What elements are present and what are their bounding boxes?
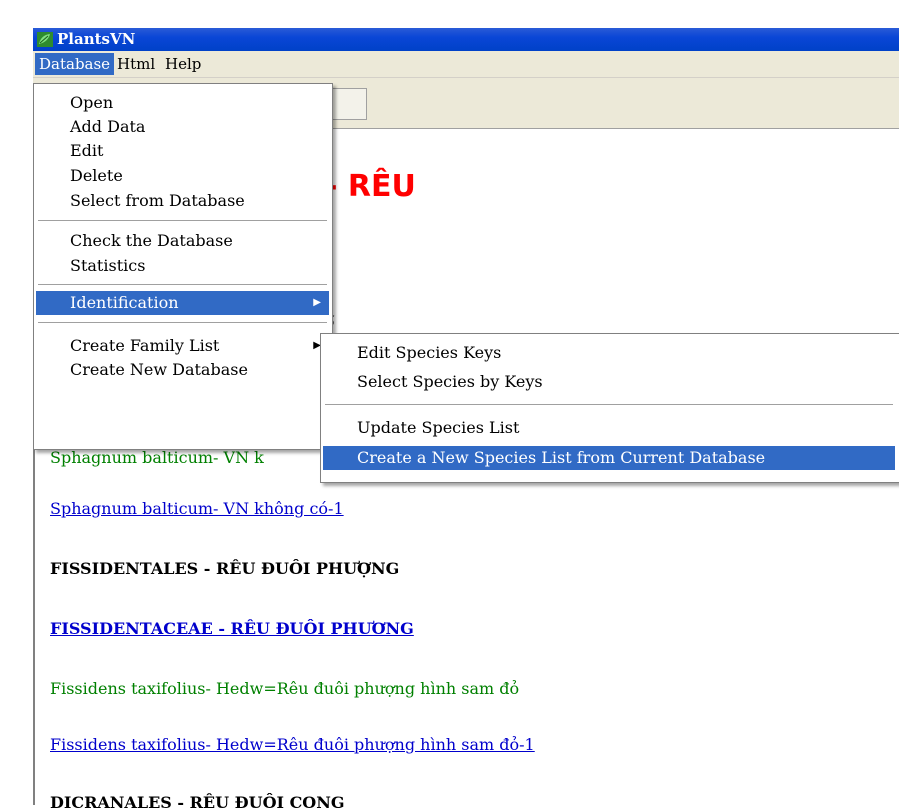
menu-item-identification-label: Identification: [70, 293, 179, 312]
menu-item-check-database[interactable]: Check the Database: [36, 229, 329, 253]
menu-separator: [38, 284, 327, 285]
menu-bar: Database Html Help: [33, 51, 899, 78]
window-title: PlantsVN: [57, 30, 136, 48]
menu-item-open[interactable]: Open: [36, 91, 329, 115]
identification-submenu: Edit Species Keys Select Species by Keys…: [320, 333, 899, 483]
menu-separator: [38, 322, 327, 323]
species-link[interactable]: Sphagnum balticum- VN không có-1: [50, 499, 344, 518]
title-bar: PlantsVN: [33, 28, 899, 51]
species-item: Fissidens taxifolius- Hedw=Rêu đuôi phượ…: [50, 679, 520, 698]
menu-separator: [38, 220, 327, 221]
menu-item-delete[interactable]: Delete: [36, 164, 329, 188]
app-leaf-icon: [37, 32, 53, 47]
family-link[interactable]: FISSIDENTACEAE - RÊU ĐUÔI PHƯƠNG: [50, 619, 414, 638]
menu-database[interactable]: Database: [35, 53, 115, 75]
submenu-item-update-species-list[interactable]: Update Species List: [323, 416, 895, 440]
order-heading: DICRANALES - RÊU ĐUÔI CONG: [50, 793, 345, 812]
page-title: - RÊU: [325, 169, 416, 204]
order-heading: FISSIDENTALES - RÊU ĐUÔI PHƯỢNG: [50, 559, 400, 578]
menu-item-create-new-database[interactable]: Create New Database: [36, 358, 329, 382]
species-link[interactable]: Fissidens taxifolius- Hedw=Rêu đuôi phượ…: [50, 735, 535, 754]
database-menu: Open Add Data Edit Delete Select from Da…: [33, 83, 333, 450]
submenu-item-select-species-by-keys[interactable]: Select Species by Keys: [323, 370, 895, 394]
menu-item-create-family-list[interactable]: Create Family List ▶: [36, 334, 329, 358]
menu-separator: [325, 404, 893, 405]
menu-item-identification[interactable]: Identification ▶: [36, 291, 329, 315]
submenu-arrow-icon: ▶: [313, 297, 321, 308]
menu-help[interactable]: Help: [161, 53, 205, 75]
submenu-item-create-new-species-list[interactable]: Create a New Species List from Current D…: [323, 446, 895, 470]
menu-item-add-data[interactable]: Add Data: [36, 115, 329, 139]
species-item: Sphagnum balticum- VN k: [50, 448, 264, 467]
submenu-item-edit-species-keys[interactable]: Edit Species Keys: [323, 341, 895, 365]
toolbar-button[interactable]: [329, 88, 367, 120]
menu-html[interactable]: Html: [113, 53, 159, 75]
menu-item-create-family-list-label: Create Family List: [70, 336, 220, 355]
menu-item-select-from-database[interactable]: Select from Database: [36, 189, 329, 213]
menu-item-statistics[interactable]: Statistics: [36, 254, 329, 278]
menu-item-edit[interactable]: Edit: [36, 139, 329, 163]
